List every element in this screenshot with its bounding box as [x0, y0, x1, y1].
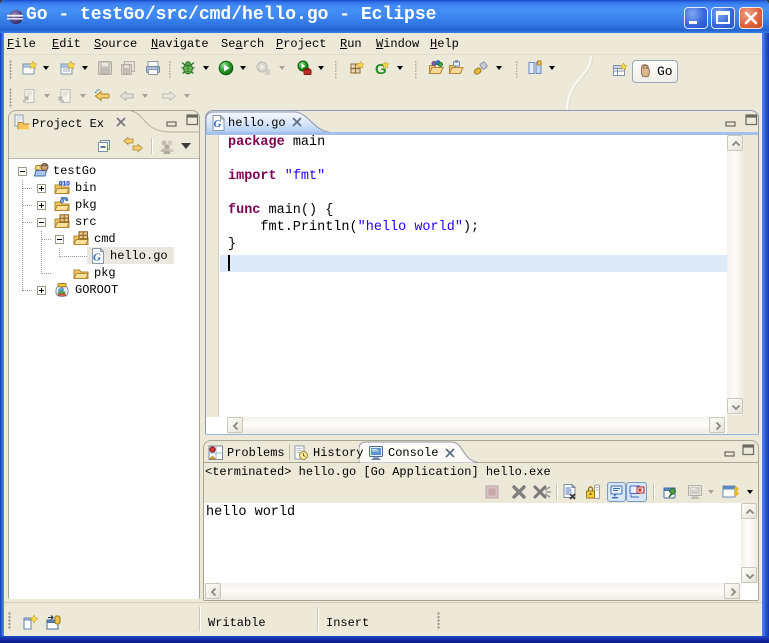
svg-text:010: 010 [59, 181, 70, 188]
svg-text:G: G [93, 252, 101, 264]
svg-text:G: G [214, 118, 222, 130]
